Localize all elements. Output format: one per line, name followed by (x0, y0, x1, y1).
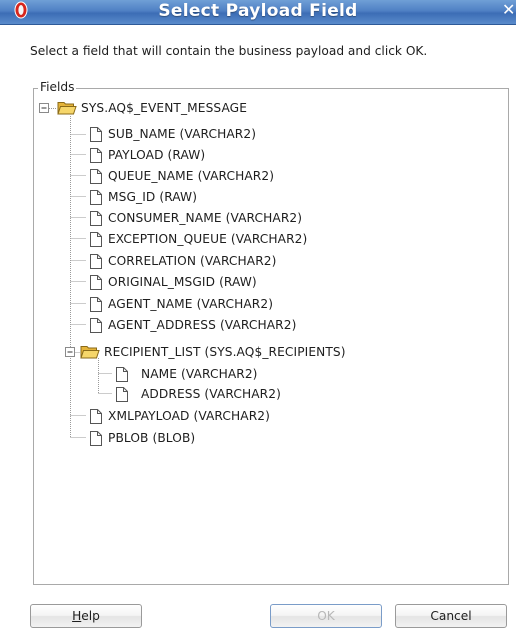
tree-node-label: ADDRESS (VARCHAR2) (141, 387, 281, 401)
document-icon (90, 147, 102, 163)
document-icon (90, 296, 102, 312)
document-icon (90, 189, 102, 205)
document-icon (90, 274, 102, 290)
tree-node-label: QUEUE_NAME (VARCHAR2) (108, 169, 275, 183)
tree-node-label: CONSUMER_NAME (VARCHAR2) (108, 211, 303, 225)
help-label-rest: elp (81, 609, 100, 623)
tree-node-field[interactable]: PBLOB (BLOB) (90, 428, 195, 448)
document-icon (90, 231, 102, 247)
tree-node-label: ORIGINAL_MSGID (RAW) (108, 275, 257, 289)
tree-node-label: EXCEPTION_QUEUE (VARCHAR2) (108, 232, 308, 246)
tree-node-label: AGENT_NAME (VARCHAR2) (108, 297, 274, 311)
tree-node-field[interactable]: NAME (VARCHAR2) (116, 364, 258, 384)
field-tree[interactable]: SYS.AQ$_EVENT_MESSAGE SUB_NAME (VARCHAR2… (0, 0, 516, 600)
ok-button[interactable]: OK (270, 604, 382, 628)
document-icon (90, 430, 102, 446)
tree-node-field[interactable]: EXCEPTION_QUEUE (VARCHAR2) (90, 229, 307, 249)
tree-node-label: NAME (VARCHAR2) (141, 367, 258, 381)
tree-node-field[interactable]: PAYLOAD (RAW) (90, 145, 205, 165)
document-icon (90, 126, 102, 142)
cancel-button[interactable]: Cancel (395, 604, 507, 628)
tree-node-field[interactable]: CONSUMER_NAME (VARCHAR2) (90, 208, 302, 228)
tree-node-root[interactable]: SYS.AQ$_EVENT_MESSAGE (39, 98, 247, 118)
tree-node-field[interactable]: ADDRESS (VARCHAR2) (116, 384, 281, 404)
collapse-minus-icon[interactable] (39, 103, 49, 113)
tree-node-label: XMLPAYLOAD (VARCHAR2) (108, 409, 270, 423)
tree-node-label: PAYLOAD (RAW) (108, 148, 206, 162)
document-icon (90, 210, 102, 226)
document-icon (90, 253, 102, 269)
tree-node-label: CORRELATION (VARCHAR2) (108, 254, 277, 268)
tree-node-field[interactable]: AGENT_NAME (VARCHAR2) (90, 294, 273, 314)
tree-node-field[interactable]: ORIGINAL_MSGID (RAW) (90, 272, 257, 292)
document-icon (90, 317, 102, 333)
tree-node-label: RECIPIENT_LIST (SYS.AQ$_RECIPIENTS) (104, 345, 346, 359)
tree-node-field[interactable]: XMLPAYLOAD (VARCHAR2) (90, 406, 270, 426)
help-button[interactable]: Help (30, 604, 142, 628)
tree-node-label: PBLOB (BLOB) (108, 431, 196, 445)
tree-node-field[interactable]: CORRELATION (VARCHAR2) (90, 251, 277, 271)
open-folder-icon (80, 346, 100, 359)
tree-node-field[interactable]: SUB_NAME (VARCHAR2) (90, 124, 256, 144)
open-folder-icon (57, 102, 77, 115)
document-icon (90, 408, 102, 424)
document-icon (116, 386, 128, 402)
tree-node-field[interactable]: QUEUE_NAME (VARCHAR2) (90, 166, 274, 186)
help-mnemonic: H (72, 609, 82, 623)
tree-node-field[interactable]: AGENT_ADDRESS (VARCHAR2) (90, 315, 296, 335)
tree-node-recipient-list[interactable]: RECIPIENT_LIST (SYS.AQ$_RECIPIENTS) (65, 342, 346, 362)
tree-node-label: AGENT_ADDRESS (VARCHAR2) (108, 318, 297, 332)
tree-node-label: SYS.AQ$_EVENT_MESSAGE (81, 101, 248, 115)
tree-node-label: SUB_NAME (VARCHAR2) (108, 127, 257, 141)
tree-node-label: MSG_ID (RAW) (108, 190, 198, 204)
collapse-minus-icon[interactable] (65, 347, 75, 357)
document-icon (116, 366, 128, 382)
tree-node-field[interactable]: MSG_ID (RAW) (90, 187, 197, 207)
document-icon (90, 168, 102, 184)
